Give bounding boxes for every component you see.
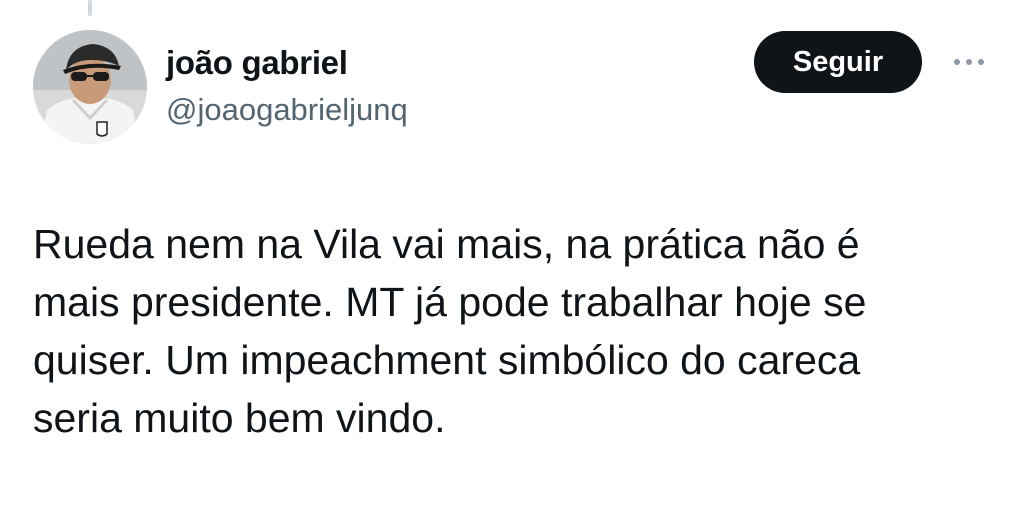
thread-connector-line (88, 0, 92, 16)
tweet-text-line: mais presidente. MT já pode trabalhar ho… (33, 279, 867, 325)
more-dot (954, 59, 960, 65)
more-horizontal-icon[interactable] (946, 48, 992, 76)
user-handle[interactable]: @joaogabrieljunq (166, 92, 408, 128)
tweet-text-line: seria muito bem vindo. (33, 395, 446, 441)
tweet-text-line: quiser. Um impeachment simbólico do care… (33, 337, 861, 383)
more-dot (978, 59, 984, 65)
avatar[interactable] (33, 30, 147, 144)
tweet-text: Rueda nem na Vila vai mais, na prática n… (33, 215, 993, 447)
more-dot (966, 59, 972, 65)
follow-button[interactable]: Seguir (754, 31, 922, 93)
avatar-image (33, 30, 147, 144)
tweet-text-line: Rueda nem na Vila vai mais, na prática n… (33, 221, 860, 267)
user-display-name[interactable]: joão gabriel (166, 44, 348, 82)
